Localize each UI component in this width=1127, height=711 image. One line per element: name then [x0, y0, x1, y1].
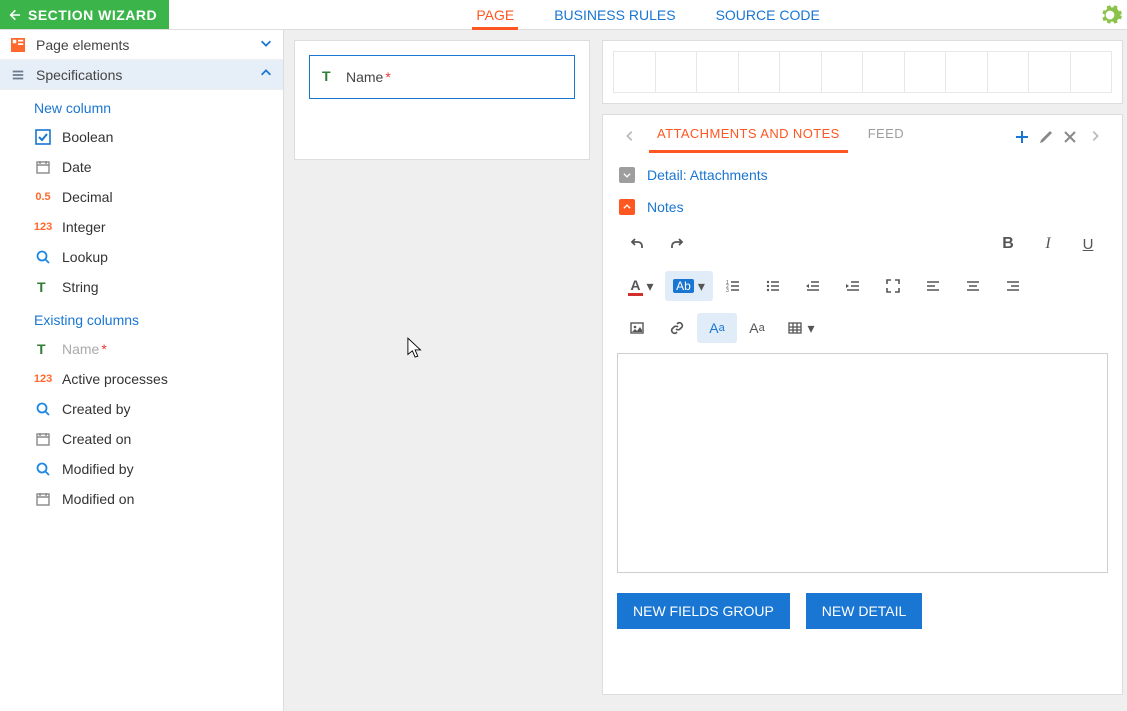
- column-item-created_by[interactable]: Created by: [0, 394, 283, 424]
- sidebar-section-label: Specifications: [36, 67, 259, 83]
- plus-icon[interactable]: [1010, 125, 1034, 149]
- column-item-modified_on[interactable]: Modified on: [0, 484, 283, 514]
- highlight-color-icon[interactable]: Ab▾: [665, 271, 713, 301]
- calendar-icon: [34, 430, 52, 448]
- new-fields-group-button[interactable]: NEW FIELDS GROUP: [617, 593, 790, 629]
- column-item-label: Decimal: [62, 189, 113, 205]
- tabs-next-chevron-icon[interactable]: [1082, 129, 1108, 146]
- table-icon[interactable]: ▾: [777, 313, 825, 343]
- redo-icon[interactable]: [657, 229, 697, 259]
- decimal-icon: 0.5: [34, 188, 52, 206]
- pencil-icon[interactable]: [1034, 125, 1058, 149]
- font-family-icon[interactable]: Aa: [697, 313, 737, 343]
- chevron-down-icon: [259, 36, 273, 53]
- column-item-label: Active processes: [62, 371, 168, 387]
- string-icon: T: [320, 68, 336, 87]
- font-size-icon[interactable]: Aa: [737, 313, 777, 343]
- column-item-decimal[interactable]: 0.5 Decimal: [0, 182, 283, 212]
- italic-icon[interactable]: I: [1028, 229, 1068, 259]
- lookup-icon: [34, 400, 52, 418]
- column-item-boolean[interactable]: Boolean: [0, 122, 283, 152]
- unordered-list-icon[interactable]: [753, 271, 793, 301]
- column-item-label: Lookup: [62, 249, 108, 265]
- fullscreen-icon[interactable]: [873, 271, 913, 301]
- column-item-label: Created on: [62, 431, 131, 447]
- ordered-list-icon[interactable]: 123: [713, 271, 753, 301]
- group-title-new-column: New column: [0, 90, 283, 122]
- svg-text:T: T: [37, 279, 46, 295]
- chevron-up-icon: [259, 66, 273, 83]
- column-item-lookup[interactable]: Lookup: [0, 242, 283, 272]
- calendar-icon: [34, 490, 52, 508]
- sidebar-section-specifications[interactable]: Specifications: [0, 60, 283, 90]
- layout-grid-strip[interactable]: [602, 40, 1123, 104]
- tab-attachments-and-notes[interactable]: ATTACHMENTS AND NOTES: [651, 122, 846, 153]
- svg-text:3: 3: [726, 288, 729, 294]
- chevron-up-badge-icon: [619, 199, 635, 215]
- font-color-icon[interactable]: A▾: [617, 271, 665, 301]
- sidebar-section-label: Page elements: [36, 37, 259, 53]
- column-item-label: Modified by: [62, 461, 134, 477]
- notes-row[interactable]: Notes: [617, 191, 1108, 223]
- align-right-icon[interactable]: [993, 271, 1033, 301]
- column-item-name[interactable]: T Name*: [0, 334, 283, 364]
- detail-attachments-row[interactable]: Detail: Attachments: [617, 159, 1108, 191]
- align-center-icon[interactable]: [953, 271, 993, 301]
- checkbox-icon: [34, 128, 52, 146]
- tab-feed[interactable]: FEED: [862, 122, 910, 153]
- align-left-icon[interactable]: [913, 271, 953, 301]
- svg-text:T: T: [322, 68, 331, 84]
- tabs-prev-chevron-icon[interactable]: [617, 129, 643, 146]
- column-item-date[interactable]: Date: [0, 152, 283, 182]
- column-item-active_processes[interactable]: 123 Active processes: [0, 364, 283, 394]
- detail-attachments-link[interactable]: Detail: Attachments: [647, 167, 768, 183]
- indent-icon[interactable]: [833, 271, 873, 301]
- column-item-label: Integer: [62, 219, 106, 235]
- column-item-created_on[interactable]: Created on: [0, 424, 283, 454]
- lookup-icon: [34, 460, 52, 478]
- image-icon[interactable]: [617, 313, 657, 343]
- column-item-integer[interactable]: 123 Integer: [0, 212, 283, 242]
- chevron-down-badge-icon: [619, 167, 635, 183]
- integer-icon: 123: [34, 218, 52, 236]
- tab-source-code[interactable]: SOURCE CODE: [712, 2, 824, 29]
- outdent-icon[interactable]: [793, 271, 833, 301]
- column-item-modified_by[interactable]: Modified by: [0, 454, 283, 484]
- section-wizard-label: SECTION WIZARD: [28, 7, 157, 23]
- column-item-label: Modified on: [62, 491, 134, 507]
- integer-icon: 123: [34, 370, 52, 388]
- gear-icon[interactable]: [1097, 2, 1123, 28]
- bold-icon[interactable]: B: [988, 229, 1028, 259]
- undo-icon[interactable]: [617, 229, 657, 259]
- svg-text:T: T: [37, 341, 46, 357]
- string-icon: T: [34, 278, 52, 296]
- tab-page[interactable]: PAGE: [472, 2, 518, 29]
- tab-business-rules[interactable]: BUSINESS RULES: [550, 2, 679, 29]
- rich-text-editor-area[interactable]: [617, 353, 1108, 573]
- notes-link[interactable]: Notes: [647, 199, 684, 215]
- lookup-icon: [34, 248, 52, 266]
- underline-icon[interactable]: U: [1068, 229, 1108, 259]
- sidebar-section-page-elements[interactable]: Page elements: [0, 30, 283, 60]
- link-icon[interactable]: [657, 313, 697, 343]
- arrow-left-icon: [6, 7, 22, 23]
- layout-icon: [10, 37, 26, 53]
- canvas-name-field[interactable]: T Name*: [309, 55, 575, 99]
- group-title-existing-columns: Existing columns: [0, 302, 283, 334]
- calendar-icon: [34, 158, 52, 176]
- column-item-label: Name*: [62, 341, 107, 357]
- column-item-label: String: [62, 279, 99, 295]
- field-label: Name*: [346, 69, 391, 85]
- column-item-label: Date: [62, 159, 92, 175]
- list-icon: [10, 67, 26, 83]
- column-item-label: Created by: [62, 401, 130, 417]
- column-item-label: Boolean: [62, 129, 113, 145]
- column-item-string[interactable]: T String: [0, 272, 283, 302]
- string-icon: T: [34, 340, 52, 358]
- section-wizard-back-button[interactable]: SECTION WIZARD: [0, 0, 169, 29]
- close-icon[interactable]: [1058, 125, 1082, 149]
- new-detail-button[interactable]: NEW DETAIL: [806, 593, 923, 629]
